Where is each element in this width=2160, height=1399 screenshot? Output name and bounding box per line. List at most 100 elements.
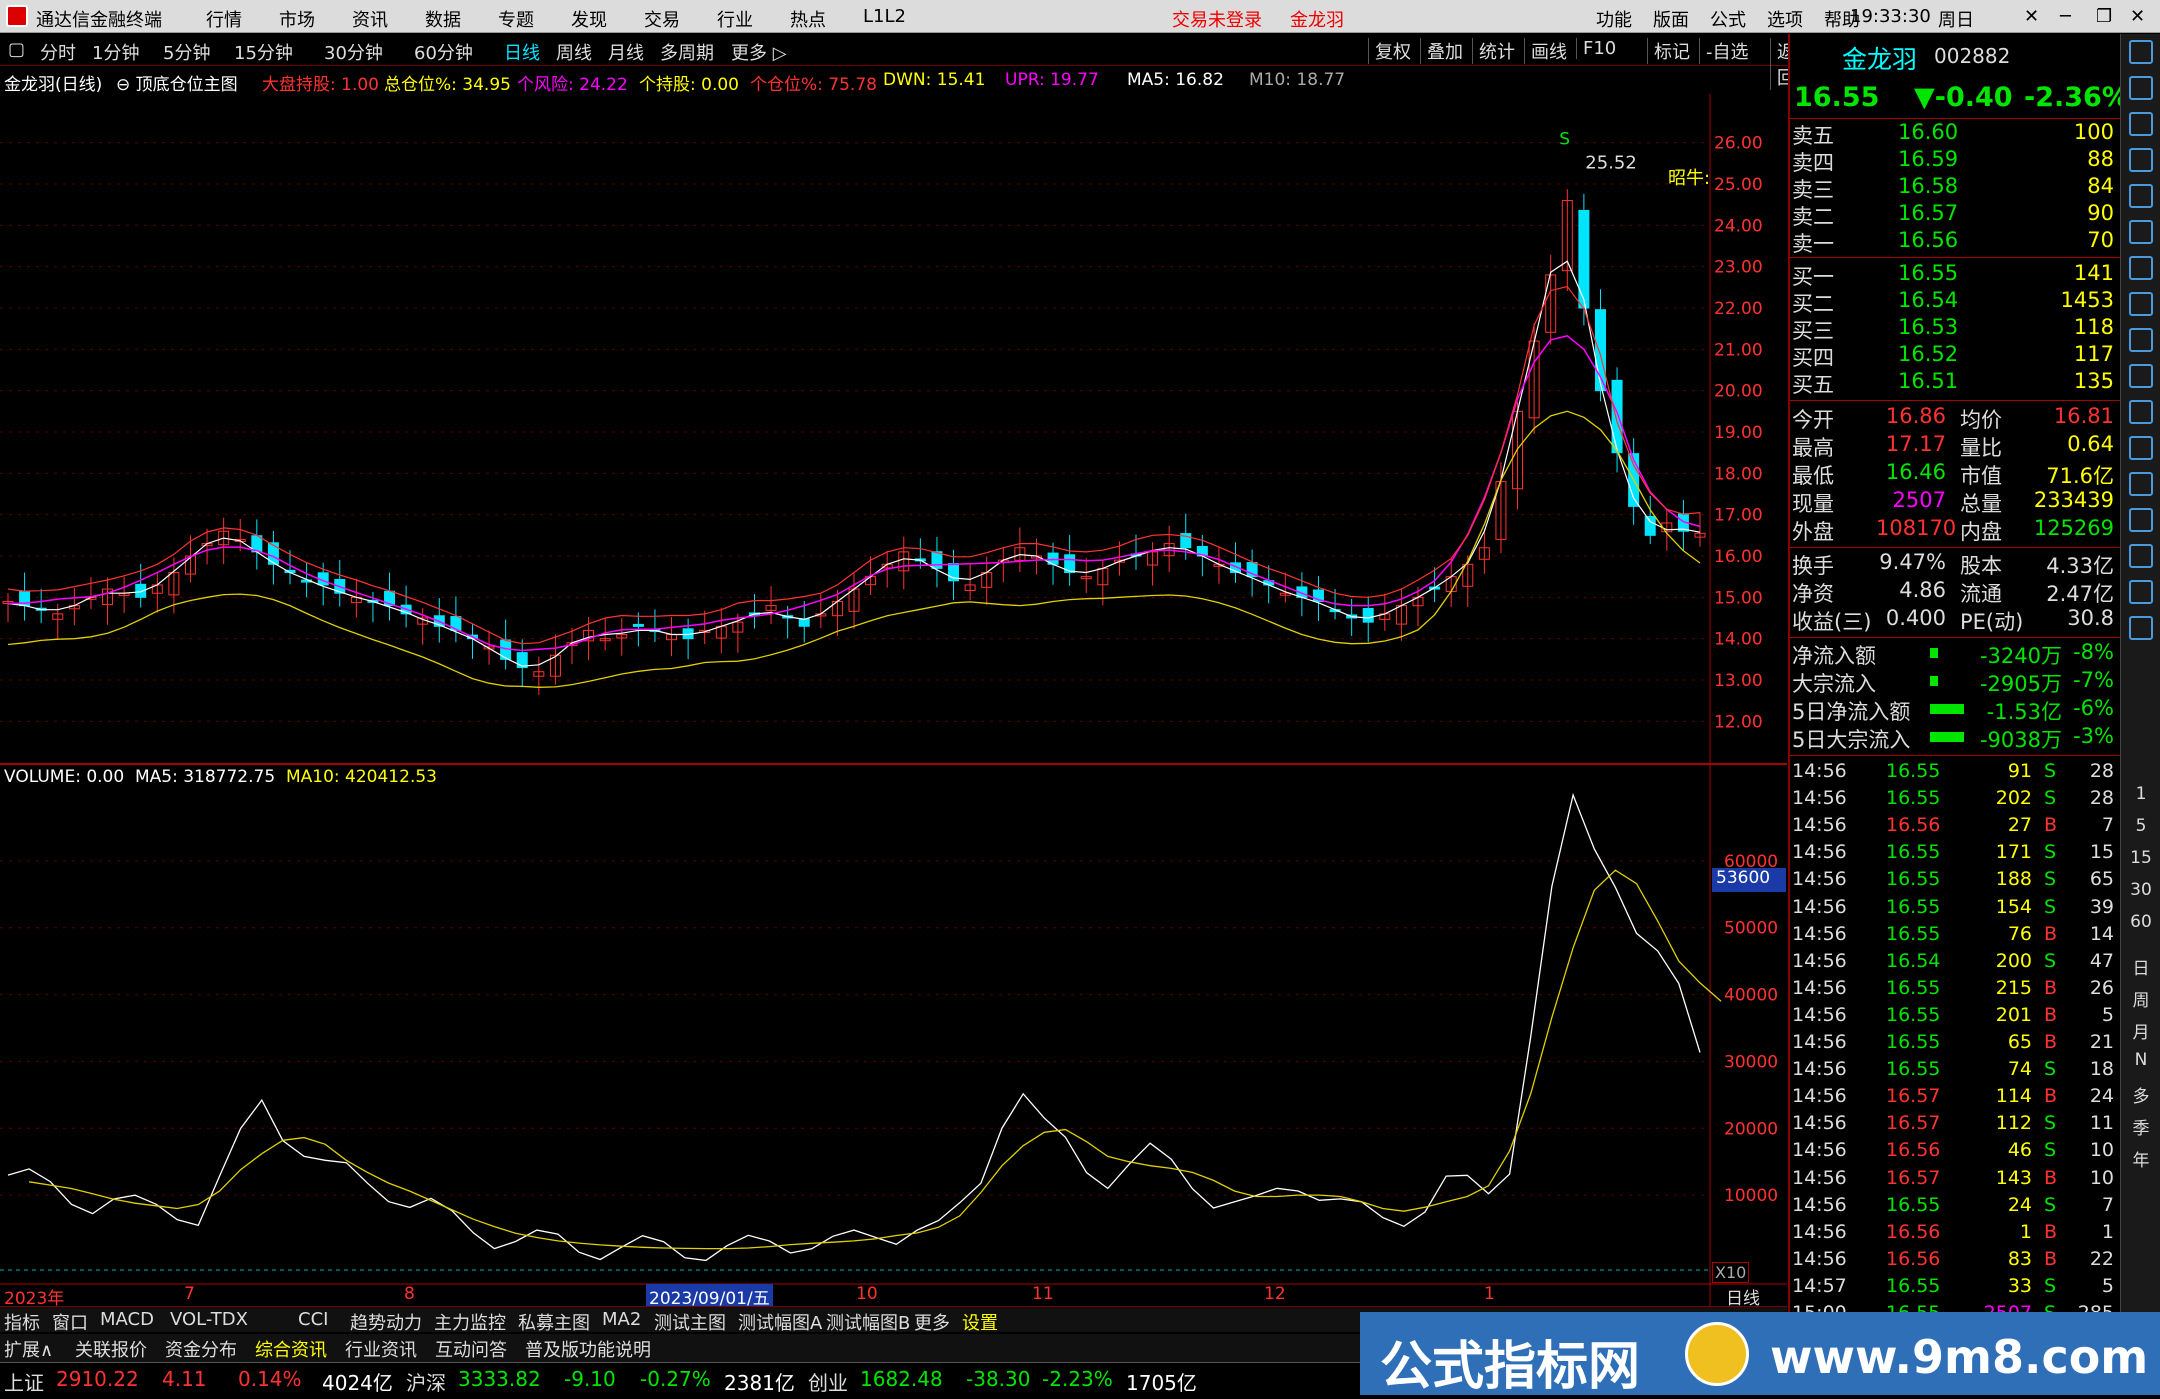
extension-tab-1[interactable]: 关联报价 <box>75 1336 147 1362</box>
sidebar-period-4[interactable]: 多 <box>2121 1082 2160 1107</box>
sidebar-num-2[interactable]: 15 <box>2121 848 2160 868</box>
extension-tab-2[interactable]: 资金分布 <box>165 1336 237 1362</box>
sidebar-num-3[interactable]: 30 <box>2121 880 2160 900</box>
index-name-2[interactable]: 创业 <box>808 1367 848 1396</box>
sidebar-period-6[interactable]: 年 <box>2121 1146 2160 1171</box>
right-menu-1[interactable]: 版面 <box>1653 6 1689 32</box>
sidebar-tool-icon[interactable] <box>2129 40 2153 64</box>
toolbar-btn-1[interactable]: 叠加 <box>1420 38 1469 64</box>
formula-selector[interactable]: ⊖ 顶底仓位主图 <box>116 70 238 95</box>
period-tab-6[interactable]: 日线 <box>504 39 540 65</box>
right-menu-2[interactable]: 公式 <box>1710 6 1746 32</box>
bid-row[interactable]: 买四 16.52 117 <box>1790 342 2120 370</box>
menu-8[interactable]: 热点 <box>790 6 826 32</box>
toolbar-btn-4[interactable]: F10 <box>1576 38 1622 59</box>
ask-row[interactable]: 卖二 16.57 90 <box>1790 201 2120 229</box>
extension-tab-6[interactable]: 普及版功能说明 <box>525 1336 651 1362</box>
indicator-tab-3[interactable]: VOL-TDX <box>170 1309 248 1330</box>
sidebar-tool-icon[interactable] <box>2129 472 2153 496</box>
period-tab-7[interactable]: 周线 <box>556 39 592 65</box>
menu-3[interactable]: 数据 <box>425 6 461 32</box>
period-tab-9[interactable]: 多周期 <box>660 39 714 65</box>
indicator-tab-0[interactable]: 指标 <box>4 1309 40 1335</box>
sidebar-tool-icon[interactable] <box>2129 328 2153 352</box>
indicator-tab-12[interactable]: 更多 <box>914 1309 950 1335</box>
sidebar-tool-icon[interactable] <box>2129 400 2153 424</box>
index-name-1[interactable]: 沪深 <box>406 1367 446 1396</box>
bid-row[interactable]: 买三 16.53 118 <box>1790 315 2120 343</box>
sidebar-tool-icon[interactable] <box>2129 292 2153 316</box>
sidebar-period-5[interactable]: 季 <box>2121 1114 2160 1139</box>
bid-row[interactable]: 买二 16.54 1453 <box>1790 288 2120 316</box>
sidebar-tool-icon[interactable] <box>2129 76 2153 100</box>
maximize-icon[interactable]: ❐ <box>2096 6 2112 27</box>
sidebar-num-0[interactable]: 1 <box>2121 784 2160 804</box>
menu-2[interactable]: 资讯 <box>352 6 388 32</box>
menu-9[interactable]: L1L2 <box>863 6 906 27</box>
sidebar-period-1[interactable]: 周 <box>2121 986 2160 1011</box>
sidebar-tool-icon[interactable] <box>2129 508 2153 532</box>
sidebar-period-2[interactable]: 月 <box>2121 1018 2160 1043</box>
menu-7[interactable]: 行业 <box>717 6 753 32</box>
sidebar-period-3[interactable]: N <box>2121 1050 2160 1070</box>
extension-tab-0[interactable]: 扩展∧ <box>4 1336 53 1362</box>
indicator-tab-6[interactable]: 主力监控 <box>434 1309 506 1335</box>
ad-banner[interactable]: 公式指标网 www.9m8.com <box>1360 1312 2160 1397</box>
sidebar-tool-icon[interactable] <box>2129 616 2153 640</box>
indicator-tab-8[interactable]: MA2 <box>602 1309 641 1330</box>
extension-tab-4[interactable]: 行业资讯 <box>345 1336 417 1362</box>
index-name-0[interactable]: 上证 <box>4 1367 44 1396</box>
toolbar-btn-0[interactable]: 复权 <box>1368 38 1417 64</box>
period-tab-8[interactable]: 月线 <box>608 39 644 65</box>
period-tab-1[interactable]: 1分钟 <box>92 39 139 65</box>
ask-row[interactable]: 卖三 16.58 84 <box>1790 174 2120 202</box>
indicator-tab-13[interactable]: 设置 <box>962 1309 998 1335</box>
menu-5[interactable]: 发现 <box>571 6 607 32</box>
sidebar-period-0[interactable]: 日 <box>2121 954 2160 979</box>
period-tab-0[interactable]: 分时 <box>40 39 76 65</box>
chart-area[interactable]: S25.52昭牛: 600005000040000300002000010000… <box>0 94 1787 1306</box>
sidebar-tool-icon[interactable] <box>2129 256 2153 280</box>
indicator-tab-9[interactable]: 测试主图 <box>654 1309 726 1335</box>
bid-row[interactable]: 买五 16.51 135 <box>1790 369 2120 397</box>
indicator-tab-2[interactable]: MACD <box>100 1309 154 1330</box>
sidebar-num-1[interactable]: 5 <box>2121 816 2160 836</box>
indicator-tab-10[interactable]: 测试幅图A <box>738 1309 822 1335</box>
toolbar-btn-5[interactable]: 标记 <box>1647 38 1696 64</box>
sidebar-tool-icon[interactable] <box>2129 184 2153 208</box>
sidebar-tool-icon[interactable] <box>2129 544 2153 568</box>
sidebar-tool-icon[interactable] <box>2129 580 2153 604</box>
indicator-tab-5[interactable]: 趋势动力 <box>350 1309 422 1335</box>
ask-row[interactable]: 卖一 16.56 70 <box>1790 228 2120 256</box>
menu-4[interactable]: 专题 <box>498 6 534 32</box>
toolbar-btn-6[interactable]: -自选 <box>1699 38 1755 64</box>
sidebar-tool-icon[interactable] <box>2129 436 2153 460</box>
toolbar-btn-2[interactable]: 统计 <box>1472 38 1521 64</box>
sidebar-num-4[interactable]: 60 <box>2121 912 2160 932</box>
indicator-tab-11[interactable]: 测试幅图B <box>826 1309 910 1335</box>
sidebar-tool-icon[interactable] <box>2129 220 2153 244</box>
indicator-tab-4[interactable]: CCI <box>298 1309 328 1330</box>
ask-row[interactable]: 卖五 16.60 100 <box>1790 120 2120 148</box>
right-menu-0[interactable]: 功能 <box>1596 6 1632 32</box>
menu-1[interactable]: 市场 <box>279 6 315 32</box>
indicator-tab-7[interactable]: 私募主图 <box>518 1309 590 1335</box>
close-icon[interactable]: ✕ <box>2024 6 2039 27</box>
ask-row[interactable]: 卖四 16.59 88 <box>1790 147 2120 175</box>
menu-0[interactable]: 行情 <box>206 6 242 32</box>
period-tab-5[interactable]: 60分钟 <box>414 39 473 65</box>
sidebar-tool-icon[interactable] <box>2129 148 2153 172</box>
extension-tab-5[interactable]: 互动问答 <box>435 1336 507 1362</box>
minimize-icon[interactable]: ─ <box>2060 6 2071 27</box>
period-tab-3[interactable]: 15分钟 <box>234 39 293 65</box>
period-tab-10[interactable]: 更多 ▷ <box>731 39 787 65</box>
menu-6[interactable]: 交易 <box>644 6 680 32</box>
sidebar-tool-icon[interactable] <box>2129 364 2153 388</box>
toolbar-btn-3[interactable]: 画线 <box>1524 38 1573 64</box>
right-menu-3[interactable]: 选项 <box>1767 6 1803 32</box>
bid-row[interactable]: 买一 16.55 141 <box>1790 261 2120 289</box>
collapse-icon[interactable]: ▢ <box>8 39 25 60</box>
period-tab-4[interactable]: 30分钟 <box>324 39 383 65</box>
period-tab-2[interactable]: 5分钟 <box>163 39 210 65</box>
right-menu-4[interactable]: 帮助 <box>1824 6 1860 32</box>
